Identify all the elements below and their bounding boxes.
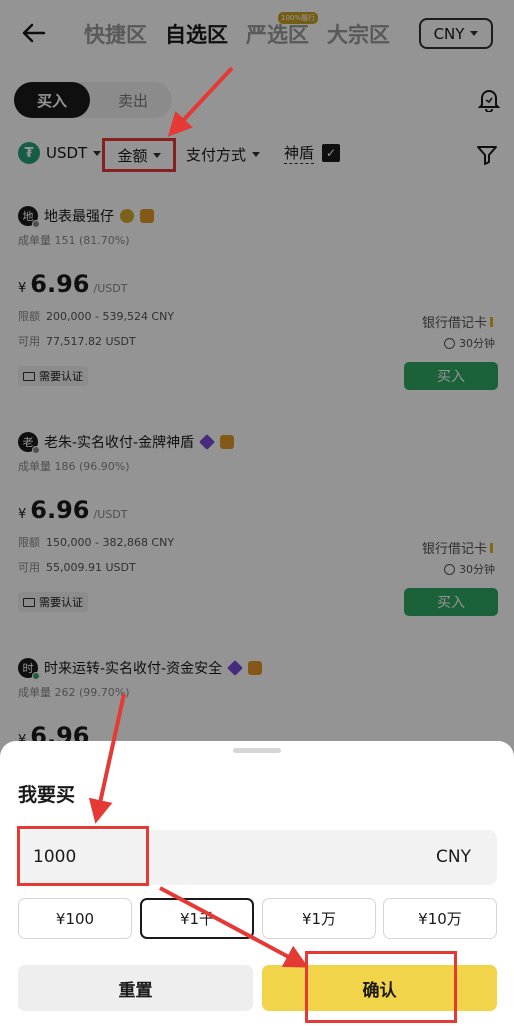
- annotation-box-amount: [17, 826, 149, 886]
- quick-amount-1k[interactable]: ¥1千: [140, 898, 254, 939]
- sheet-drag-handle[interactable]: [233, 748, 281, 753]
- sheet-title: 我要买: [18, 784, 76, 806]
- amount-currency: CNY: [436, 847, 471, 867]
- reset-button[interactable]: 重置: [18, 965, 253, 1011]
- quick-amount-10k[interactable]: ¥1万: [262, 898, 376, 939]
- quick-amount-100[interactable]: ¥100: [18, 898, 132, 939]
- annotation-box-confirm: [305, 951, 457, 1023]
- quick-amount-100k[interactable]: ¥10万: [383, 898, 497, 939]
